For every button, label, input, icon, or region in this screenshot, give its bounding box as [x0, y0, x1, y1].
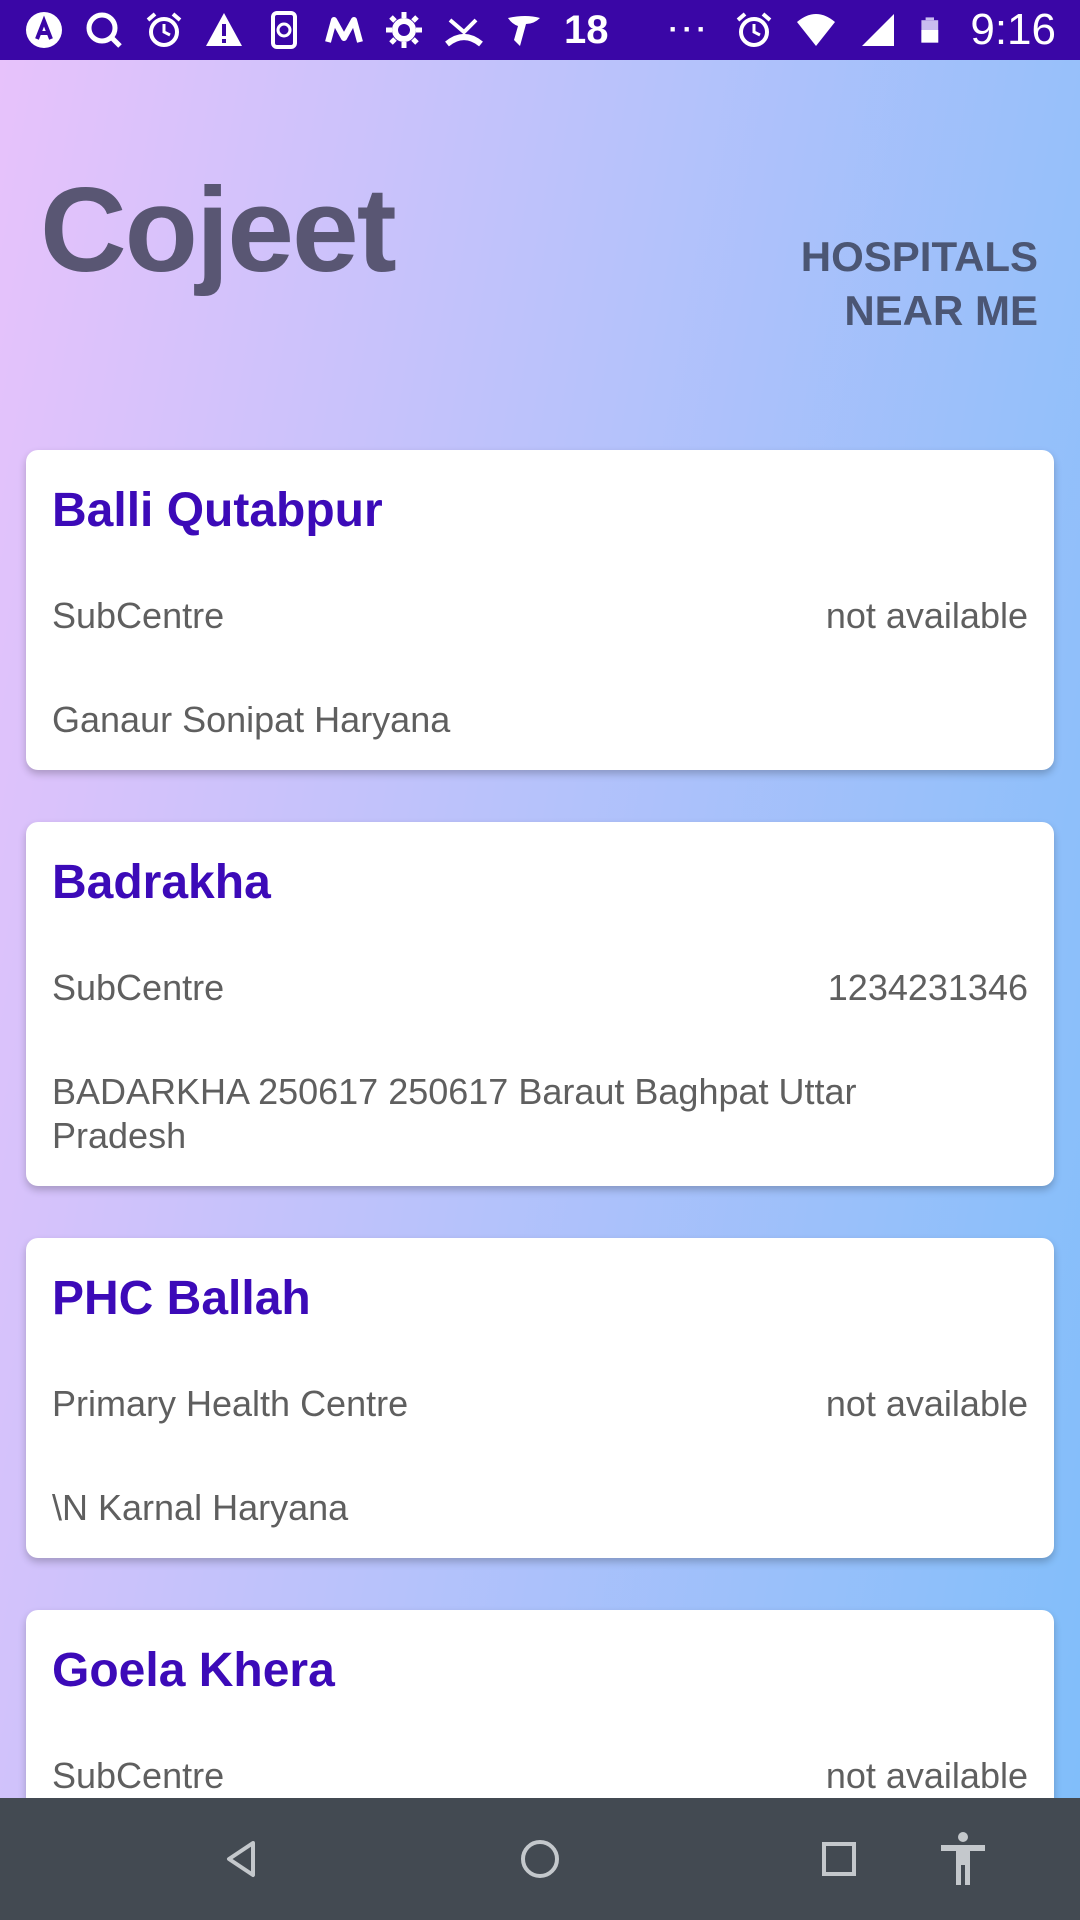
hospital-name: Goela Khera — [52, 1644, 335, 1697]
clock: 9:16 — [970, 5, 1056, 54]
overflow-indicator: ··· — [668, 13, 711, 46]
hospital-type: SubCentre — [52, 595, 225, 636]
app-title: Cojeet — [40, 163, 397, 297]
app-a-icon — [26, 12, 62, 48]
hospital-phone: not available — [825, 1383, 1028, 1424]
hospital-type: SubCentre — [52, 967, 225, 1008]
phone-app-icon — [271, 11, 297, 49]
hospital-name: PHC Ballah — [52, 1272, 311, 1325]
call-missed-icon — [445, 18, 483, 47]
wifi-icon — [797, 14, 836, 46]
alarm-icon — [737, 12, 772, 47]
navigation-bar — [0, 1798, 1080, 1920]
home-button[interactable] — [479, 1798, 601, 1920]
hospital-name: Balli Qutabpur — [52, 484, 383, 537]
recents-icon — [822, 1842, 856, 1876]
battery-icon — [921, 17, 939, 43]
hospital-info-row: SubCentre not available — [52, 1754, 1028, 1798]
hospital-info-row: Primary Health Centre not available — [52, 1382, 1028, 1426]
home-icon — [521, 1840, 559, 1878]
hospital-card[interactable]: PHC Ballah Primary Health Centre not ava… — [26, 1238, 1054, 1558]
status-bar-right: 9:16 — [734, 0, 1056, 60]
hospital-info-row: SubCentre 1234231346 — [52, 966, 1028, 1010]
hospital-address: BADARKHA 250617 250617 Baraut Baghpat Ut… — [52, 1071, 857, 1156]
hospital-card[interactable]: Badrakha SubCentre 1234231346 BADARKHA 2… — [26, 822, 1054, 1186]
myntra-icon — [325, 17, 363, 43]
signal-icon — [862, 14, 895, 46]
status-bar-left: 18 ··· — [24, 0, 710, 60]
airtel-icon — [508, 16, 540, 46]
status-bar: 18 ··· 9:16 — [0, 0, 1080, 60]
hospital-address: Ganaur Sonipat Haryana — [52, 699, 451, 740]
hospital-type: SubCentre — [52, 1755, 225, 1796]
hospital-name: Badrakha — [52, 856, 271, 909]
alarm-icon — [146, 12, 182, 47]
back-button[interactable] — [180, 1798, 302, 1920]
accessibility-icon — [941, 1832, 985, 1885]
hospital-address: \N Karnal Haryana — [52, 1487, 349, 1528]
search-icon — [86, 12, 122, 48]
accessibility-button[interactable] — [902, 1798, 1024, 1920]
hospitals-near-me-button[interactable]: HOSPITALS NEAR ME — [738, 230, 1038, 338]
back-icon — [227, 1841, 255, 1877]
screen: 18 ··· 9:16 Cojeet HOSPITALS NEAR ME Bal… — [0, 0, 1080, 1920]
notification-count: 18 — [564, 8, 609, 52]
hospital-phone: 1234231346 — [827, 967, 1028, 1008]
hospital-phone: not available — [825, 1755, 1028, 1796]
settings-icon — [386, 12, 422, 48]
hospital-type: Primary Health Centre — [52, 1383, 409, 1424]
warning-icon — [206, 13, 242, 46]
recents-button[interactable] — [778, 1798, 900, 1920]
hospital-list: Balli Qutabpur SubCentre not available G… — [26, 450, 1054, 1920]
hospital-info-row: SubCentre not available — [52, 594, 1028, 638]
hospital-card[interactable]: Balli Qutabpur SubCentre not available G… — [26, 450, 1054, 770]
hospital-phone: not available — [825, 595, 1028, 636]
